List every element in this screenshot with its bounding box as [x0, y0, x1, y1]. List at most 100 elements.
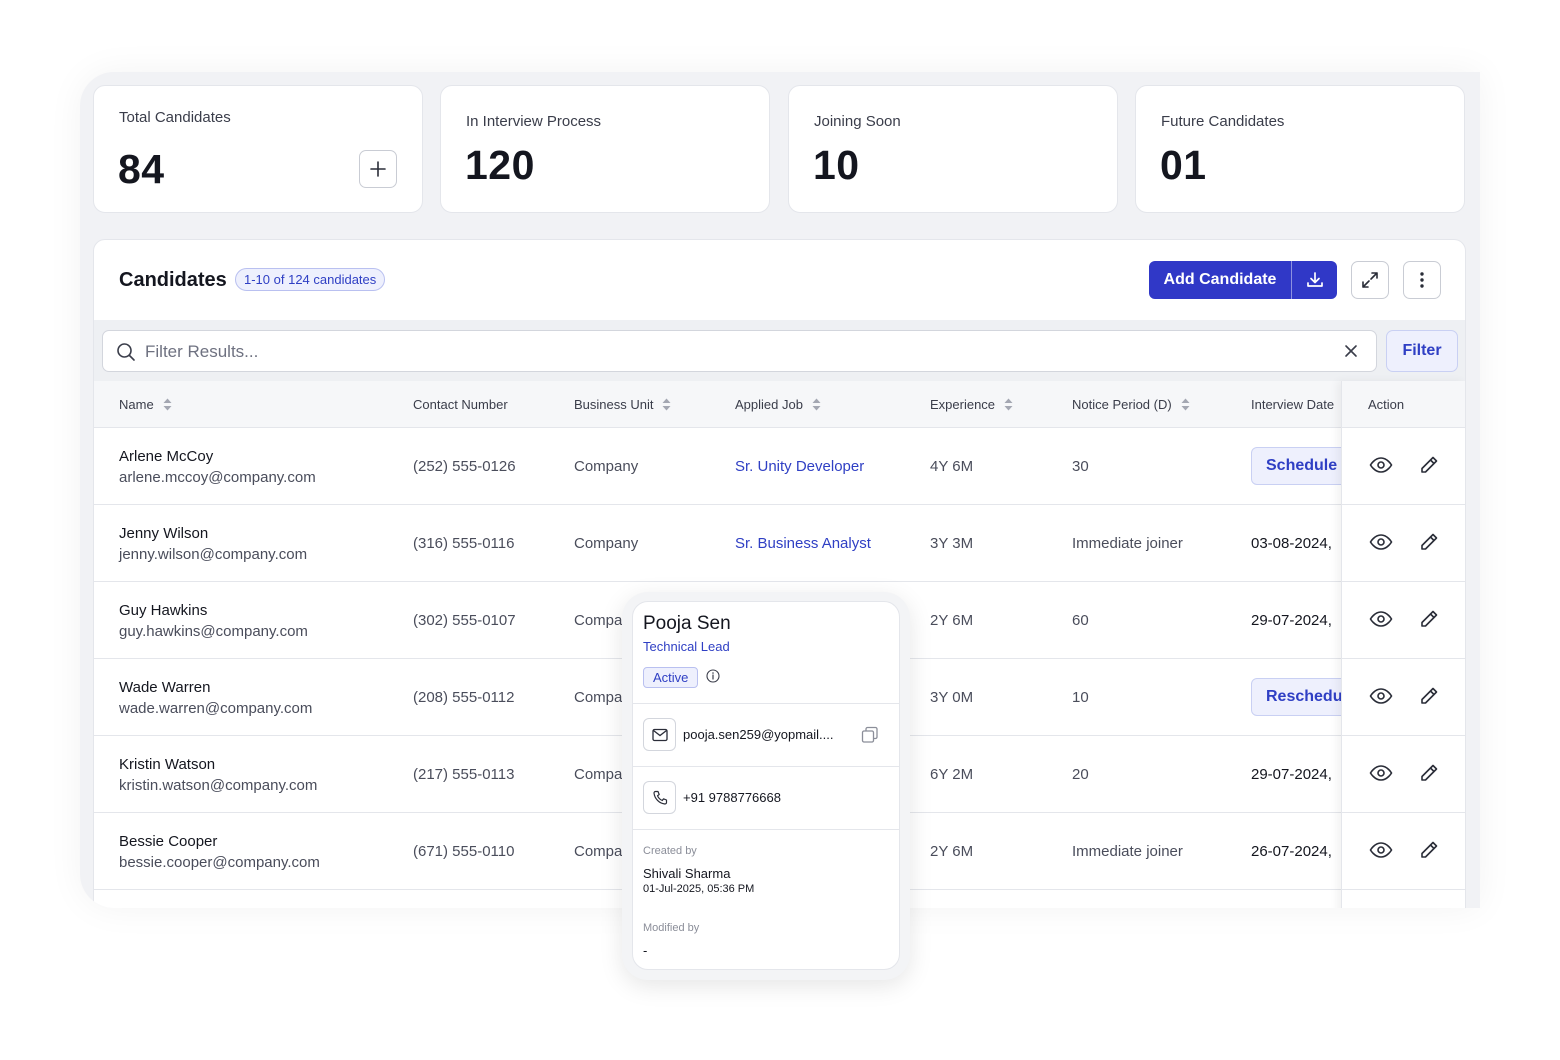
applied-job-link[interactable]: Sr. Business Analyst — [735, 535, 871, 552]
candidate-phone: (252) 555-0126 — [413, 458, 516, 475]
column-label: Interview Date — [1251, 397, 1335, 412]
interview-date: 29-07-2024, — [1251, 766, 1332, 783]
notice-period: Immediate joiner — [1072, 535, 1183, 552]
candidate-phone: (208) 555-0112 — [413, 689, 515, 706]
phone-icon — [652, 790, 667, 805]
interview-action-button[interactable]: Schedule — [1251, 447, 1353, 485]
table-row[interactable]: Arlene McCoy arlene.mccoy@company.com (252… — [94, 428, 1465, 505]
experience: 3Y 0M — [930, 689, 974, 706]
stat-label: In Interview Process — [466, 113, 602, 130]
created-by-name: Shivali Sharma — [643, 866, 731, 881]
edit-pencil-icon[interactable] — [1418, 531, 1440, 553]
panel-title: Candidates — [119, 269, 227, 291]
search-placeholder: Filter Results... — [145, 342, 259, 361]
view-eye-icon[interactable] — [1369, 610, 1393, 628]
applied-job-link[interactable]: Sr. Unity Developer — [735, 458, 864, 475]
add-candidate-button[interactable]: Add Candidate — [1149, 271, 1291, 289]
expand-button[interactable] — [1351, 261, 1389, 299]
edit-pencil-icon[interactable] — [1418, 608, 1440, 630]
divider — [633, 703, 899, 704]
notice-period: 60 — [1072, 612, 1089, 629]
plus-icon — [370, 161, 386, 177]
download-button[interactable] — [1292, 270, 1337, 290]
edit-pencil-icon[interactable] — [1418, 762, 1440, 784]
business-unit: Compa — [574, 689, 623, 706]
view-eye-icon[interactable] — [1369, 764, 1393, 782]
stat-label: Total Candidates — [119, 109, 231, 126]
business-unit: Compa — [574, 612, 623, 629]
action-cell — [1342, 505, 1465, 582]
candidate-name: Kristin Watson — [119, 756, 216, 773]
edit-pencil-icon[interactable] — [1418, 454, 1440, 476]
more-options-button[interactable] — [1403, 261, 1441, 299]
stat-card-total-candidates: Total Candidates 84 — [93, 85, 423, 213]
experience: 2Y 6M — [930, 612, 974, 629]
experience: 6Y 2M — [930, 766, 974, 783]
column-header-business-unit[interactable]: Business Unit — [574, 397, 671, 412]
expand-icon — [1362, 272, 1378, 288]
experience: 2Y 6M — [930, 843, 974, 860]
info-icon[interactable] — [706, 669, 720, 683]
candidate-name: Jenny Wilson — [119, 525, 209, 542]
candidate-name: Arlene McCoy — [119, 448, 214, 465]
action-cell — [1342, 428, 1465, 505]
view-eye-icon[interactable] — [1369, 687, 1393, 705]
column-header-notice-period[interactable]: Notice Period (D) — [1072, 397, 1190, 412]
notice-period: 30 — [1072, 458, 1089, 475]
copy-icon[interactable] — [861, 726, 879, 744]
view-eye-icon[interactable] — [1369, 841, 1393, 859]
column-header-applied-job[interactable]: Applied Job — [735, 397, 821, 412]
column-header-name[interactable]: Name — [119, 397, 172, 412]
column-label: Business Unit — [574, 397, 654, 412]
candidate-phone: (217) 555-0113 — [413, 766, 515, 783]
search-icon — [117, 343, 135, 361]
created-by-label: Created by — [643, 845, 697, 857]
filter-button[interactable]: Filter — [1386, 330, 1458, 372]
business-unit: Compa — [574, 766, 623, 783]
phone-icon-box — [643, 781, 676, 814]
column-label: Name — [119, 397, 154, 412]
interview-date: 29-07-2024, — [1251, 612, 1332, 629]
business-unit: Company — [574, 458, 639, 475]
column-label: Contact Number — [413, 397, 508, 412]
stat-value: 10 — [813, 142, 860, 188]
column-label: Action — [1368, 397, 1405, 412]
stat-card-future-candidates: Future Candidates 01 — [1135, 85, 1465, 213]
sort-icon — [662, 398, 671, 411]
close-icon[interactable] — [1344, 344, 1358, 358]
notice-period: 10 — [1072, 689, 1089, 706]
experience: 4Y 6M — [930, 458, 974, 475]
edit-pencil-icon[interactable] — [1418, 839, 1440, 861]
edit-pencil-icon[interactable] — [1418, 685, 1440, 707]
table-row[interactable]: Jenny Wilson jenny.wilson@company.com (316… — [94, 505, 1465, 582]
sort-icon — [812, 398, 821, 411]
candidate-email: jenny.wilson@company.com — [119, 546, 308, 563]
business-unit: Compa — [574, 843, 623, 860]
add-candidate-plus-button[interactable] — [359, 150, 397, 188]
count-badge: 1-10 of 124 candidates — [235, 268, 386, 291]
action-cell — [1342, 582, 1465, 659]
modified-by-label: Modified by — [643, 922, 700, 934]
candidate-email: wade.warren@company.com — [119, 700, 313, 717]
add-candidate-button-group: Add Candidate — [1149, 261, 1337, 299]
action-cell — [1342, 813, 1465, 890]
experience: 3Y 3M — [930, 535, 974, 552]
view-eye-icon[interactable] — [1369, 456, 1393, 474]
interview-date: 26-07-2024, — [1251, 843, 1332, 860]
filter-bar: Filter Results... Filter — [94, 320, 1465, 381]
search-input[interactable]: Filter Results... — [102, 330, 1377, 372]
column-label: Notice Period (D) — [1072, 397, 1172, 412]
popup-name: Pooja Sen — [643, 613, 731, 634]
column-label: Applied Job — [735, 397, 803, 412]
column-header-experience[interactable]: Experience — [930, 397, 1013, 412]
candidate-phone: (302) 555-0107 — [413, 612, 516, 629]
modified-by-name: - — [643, 943, 648, 958]
candidate-name: Bessie Cooper — [119, 833, 218, 850]
download-icon — [1306, 272, 1323, 287]
column-header-action: Action — [1342, 381, 1465, 428]
stat-card-joining-soon: Joining Soon 10 — [788, 85, 1118, 213]
candidate-email: arlene.mccoy@company.com — [119, 469, 316, 486]
column-label: Experience — [930, 397, 996, 412]
candidate-name: Guy Hawkins — [119, 602, 208, 619]
view-eye-icon[interactable] — [1369, 533, 1393, 551]
